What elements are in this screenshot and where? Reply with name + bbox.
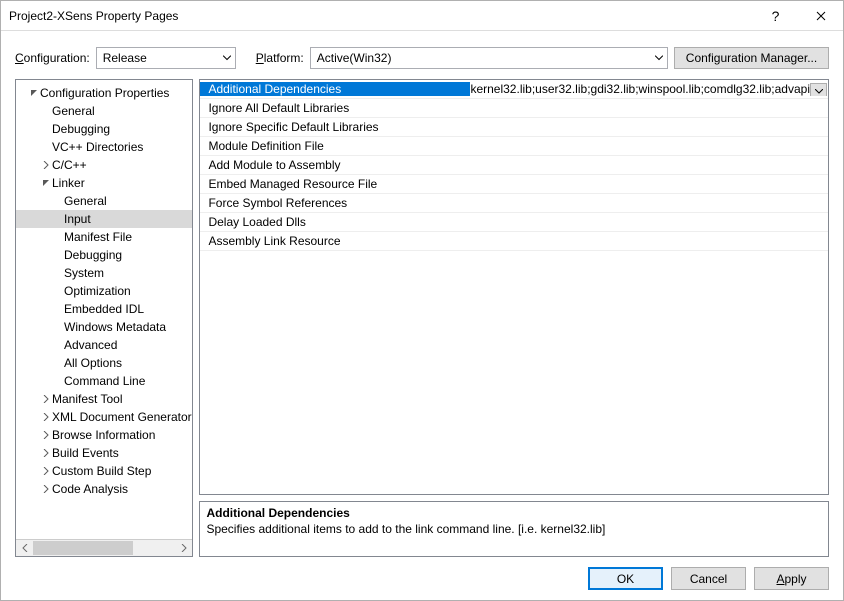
chevron-down-icon [223,56,231,61]
grid-prop-value[interactable]: kernel32.lib;user32.lib;gdi32.lib;winspo… [470,82,828,96]
configuration-label: Configuration: [15,51,90,65]
scroll-left-icon[interactable] [16,540,33,556]
grid-row[interactable]: Force Symbol References [200,194,828,213]
tree[interactable]: Configuration Properties General Debuggi… [16,80,192,539]
grid-row[interactable]: Embed Managed Resource File [200,175,828,194]
configuration-value: Release [103,51,147,65]
close-button[interactable] [798,1,843,31]
tree-item-config-props[interactable]: Configuration Properties [16,84,192,102]
platform-label: Platform: [256,51,304,65]
tree-item-linker-input[interactable]: Input [16,210,192,228]
tree-item-ccpp[interactable]: C/C++ [16,156,192,174]
collapsed-icon [40,485,52,493]
apply-button[interactable]: Apply [754,567,829,590]
tree-item-linker-cmd[interactable]: Command Line [16,372,192,390]
tree-item-linker-optimization[interactable]: Optimization [16,282,192,300]
description-text: Specifies additional items to add to the… [206,522,822,536]
description-title: Additional Dependencies [206,506,822,522]
tree-item-linker-metadata[interactable]: Windows Metadata [16,318,192,336]
config-row: Configuration: Release Platform: Active(… [1,31,843,79]
grid-prop-name: Embed Managed Resource File [200,177,470,191]
grid-prop-name: Ignore Specific Default Libraries [200,120,470,134]
dropdown-button[interactable] [810,83,827,96]
scroll-right-icon[interactable] [175,540,192,556]
grid-row[interactable]: Add Module to Assembly [200,156,828,175]
dialog-buttons: OK Cancel Apply [1,557,843,590]
grid-prop-name: Force Symbol References [200,196,470,210]
tree-item-xml-doc[interactable]: XML Document Generator [16,408,192,426]
tree-item-browse-info[interactable]: Browse Information [16,426,192,444]
tree-item-build-events[interactable]: Build Events [16,444,192,462]
grid-prop-name: Additional Dependencies [200,82,470,96]
tree-item-manifest-tool[interactable]: Manifest Tool [16,390,192,408]
tree-panel: Configuration Properties General Debuggi… [15,79,193,557]
collapsed-icon [40,449,52,457]
tree-item-linker-system[interactable]: System [16,264,192,282]
collapsed-icon [40,161,52,169]
tree-item-linker-general[interactable]: General [16,192,192,210]
cancel-button[interactable]: Cancel [671,567,746,590]
grid-prop-name: Ignore All Default Libraries [200,101,470,115]
title-bar: Project2-XSens Property Pages ? [1,1,843,31]
tree-item-linker-manifest[interactable]: Manifest File [16,228,192,246]
grid-prop-name: Module Definition File [200,139,470,153]
tree-item-linker-all-options[interactable]: All Options [16,354,192,372]
help-button[interactable]: ? [753,1,798,31]
configuration-combo[interactable]: Release [96,47,236,69]
grid-prop-name: Delay Loaded Dlls [200,215,470,229]
window-title: Project2-XSens Property Pages [9,9,753,23]
expand-icon [28,89,40,97]
scroll-thumb[interactable] [33,541,133,555]
tree-item-linker[interactable]: Linker [16,174,192,192]
tree-item-linker-debugging[interactable]: Debugging [16,246,192,264]
collapsed-icon [40,431,52,439]
grid-row[interactable]: Module Definition File [200,137,828,156]
configuration-manager-button[interactable]: Configuration Manager... [674,47,829,69]
chevron-down-icon [655,56,663,61]
grid-prop-name: Add Module to Assembly [200,158,470,172]
collapsed-icon [40,395,52,403]
tree-item-debugging[interactable]: Debugging [16,120,192,138]
grid-row[interactable]: Ignore Specific Default Libraries [200,118,828,137]
tree-item-code-analysis[interactable]: Code Analysis [16,480,192,498]
grid-row[interactable]: Delay Loaded Dlls [200,213,828,232]
ok-button[interactable]: OK [588,567,663,590]
grid-prop-name: Assembly Link Resource [200,234,470,248]
collapsed-icon [40,467,52,475]
property-grid[interactable]: Additional Dependencies kernel32.lib;use… [199,79,829,495]
tree-hscrollbar[interactable] [16,539,192,556]
grid-row[interactable]: Ignore All Default Libraries [200,99,828,118]
tree-item-linker-advanced[interactable]: Advanced [16,336,192,354]
tree-item-general[interactable]: General [16,102,192,120]
description-panel: Additional Dependencies Specifies additi… [199,501,829,557]
platform-combo[interactable]: Active(Win32) [310,47,668,69]
grid-row-additional-deps[interactable]: Additional Dependencies kernel32.lib;use… [200,80,828,99]
expand-icon [40,179,52,187]
collapsed-icon [40,413,52,421]
grid-row[interactable]: Assembly Link Resource [200,232,828,251]
platform-value: Active(Win32) [317,51,392,65]
scroll-track[interactable] [33,540,175,556]
tree-item-linker-embedded-idl[interactable]: Embedded IDL [16,300,192,318]
tree-item-custom-build[interactable]: Custom Build Step [16,462,192,480]
tree-item-vcpp[interactable]: VC++ Directories [16,138,192,156]
